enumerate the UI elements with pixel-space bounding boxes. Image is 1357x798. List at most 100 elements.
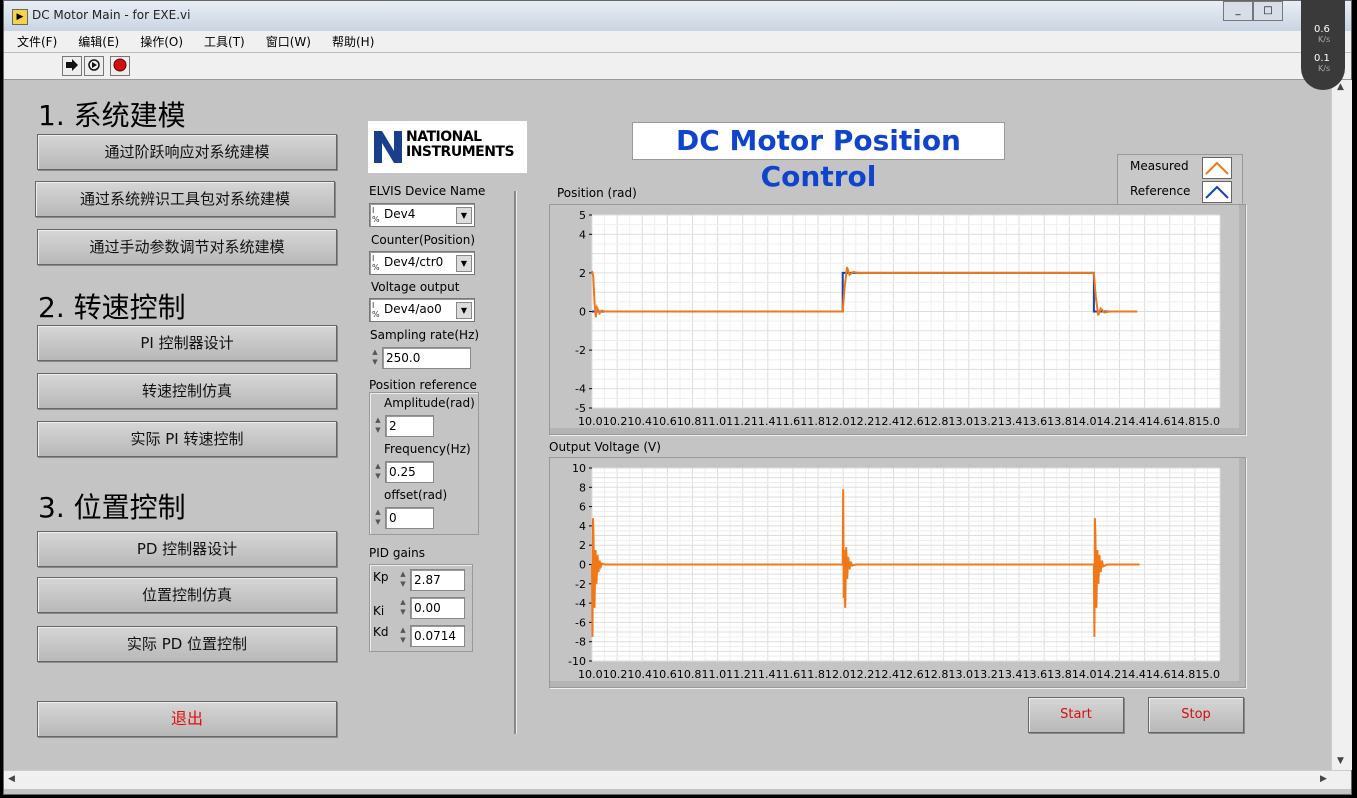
offset-input[interactable]: 0 <box>385 507 434 529</box>
y-tick-label: 4 <box>579 520 586 533</box>
kd-label: Kd <box>373 625 389 639</box>
pi-design-button[interactable]: PI 控制器设计 <box>37 325 337 361</box>
offset-label: offset(rad) <box>384 488 448 502</box>
plot-legend[interactable]: Measured Reference <box>1117 154 1243 206</box>
legend-reference-swatch[interactable] <box>1202 181 1232 203</box>
scroll-left-icon[interactable]: ◀ <box>8 774 15 784</box>
device-name-ring[interactable]: I% Dev4 ▼ <box>369 203 475 227</box>
download-speed: 0.1 <box>1314 53 1330 64</box>
frequency-input[interactable]: 0.25 <box>385 461 434 483</box>
y-tick-label: -10 <box>568 655 586 668</box>
spin-arrows-icon[interactable]: ▲ ▼ <box>373 507 383 529</box>
amplitude-input[interactable]: 2 <box>385 415 434 437</box>
upload-unit: K/s <box>1318 35 1331 44</box>
spin-arrows-icon[interactable]: ▲ ▼ <box>398 569 408 591</box>
real-pd-position-button[interactable]: 实际 PD 位置控制 <box>37 626 337 662</box>
kp-input[interactable]: 2.87 <box>410 569 465 591</box>
menu-help[interactable]: 帮助(H) <box>319 33 382 50</box>
minimize-button[interactable]: _ <box>1223 1 1253 21</box>
spin-arrows-icon[interactable]: ▲ ▼ <box>373 461 383 483</box>
counter-ring[interactable]: I% Dev4/ctr0 ▼ <box>369 251 475 275</box>
position-sim-button[interactable]: 位置控制仿真 <box>37 577 337 613</box>
section-title-speed: 2. 转速控制 <box>38 291 186 324</box>
window-controls: _ □ <box>1223 1 1311 21</box>
toolbar <box>4 53 1351 80</box>
start-button[interactable]: Start <box>1028 697 1124 733</box>
voltage-output-label: Voltage output <box>371 280 460 294</box>
real-pi-speed-button[interactable]: 实际 PI 转速控制 <box>37 421 337 457</box>
abort-stop-icon[interactable] <box>110 56 130 76</box>
menu-window[interactable]: 窗口(W) <box>253 33 319 50</box>
menu-edit[interactable]: 编辑(E) <box>65 33 127 50</box>
y-tick-label: -4 <box>575 383 586 396</box>
y-tick-label: -8 <box>575 636 586 649</box>
chevron-down-icon[interactable]: ▼ <box>456 302 472 319</box>
io-icon: I% <box>372 254 380 272</box>
kp-label: Kp <box>373 570 389 584</box>
voltage-output-value: Dev4/ao0 <box>384 302 442 316</box>
ki-label: Ki <box>373 604 385 618</box>
front-panel: 1. 系统建模 通过阶跃响应对系统建模 通过系统辨识工具包对系统建模 通过手动参… <box>4 80 1331 770</box>
chevron-down-icon[interactable]: ▼ <box>456 255 472 272</box>
y-tick-label: -2 <box>575 344 586 357</box>
io-icon: I% <box>372 301 380 319</box>
position-reference-label: Position reference <box>369 378 477 392</box>
legend-measured-label: Measured <box>1130 159 1189 173</box>
menu-file[interactable]: 文件(F) <box>4 33 65 50</box>
spin-arrows-icon[interactable]: ▲ ▼ <box>398 597 408 619</box>
y-tick-label: 2 <box>579 267 586 280</box>
frequency-label: Frequency(Hz) <box>384 442 471 456</box>
pd-design-button[interactable]: PD 控制器设计 <box>37 531 337 567</box>
stop-button[interactable]: Stop <box>1148 697 1244 733</box>
labview-window: ▶ DC Motor Main - for EXE.vi _ □ 文件(F) 编… <box>3 0 1352 795</box>
title-bar[interactable]: ▶ DC Motor Main - for EXE.vi _ □ <box>4 1 1351 31</box>
main-title: DC Motor Position Control <box>632 122 1005 193</box>
chevron-down-icon[interactable]: ▼ <box>456 207 472 224</box>
legend-measured-swatch[interactable] <box>1202 157 1232 179</box>
ni-logo-line1: NATIONAL <box>406 129 482 145</box>
sampling-rate-input[interactable]: 250.0 <box>382 347 471 369</box>
y-tick-label: 4 <box>579 228 586 241</box>
ni-logo-text: NATIONAL INSTRUMENTS <box>406 129 515 160</box>
voltage-graph[interactable]: 10 8 6 4 2 0 -2 -4 -6 -8 -10 10.010.210.410.610.811… <box>549 457 1246 688</box>
speed-sim-button[interactable]: 转速控制仿真 <box>37 373 337 409</box>
spin-arrows-icon[interactable]: ▲ ▼ <box>373 415 383 437</box>
y-tick-label: -5 <box>575 402 586 415</box>
pid-gains-label: PID gains <box>369 546 425 560</box>
x-tick-labels: 10.010.210.410.610.811.011.211.411.611.8… <box>578 668 1220 681</box>
io-icon: I% <box>372 206 380 224</box>
window-title: DC Motor Main - for EXE.vi <box>32 8 191 22</box>
scroll-down-icon[interactable]: ▼ <box>1337 756 1344 766</box>
spin-arrows-icon[interactable]: ▲ ▼ <box>398 625 408 647</box>
manual-tuning-modeling-button[interactable]: 通过手动参数调节对系统建模 <box>37 229 337 265</box>
counter-label: Counter(Position) <box>371 233 476 247</box>
sysid-modeling-button[interactable]: 通过系统辨识工具包对系统建模 <box>35 181 335 217</box>
vertical-scrollbar[interactable]: ▲ ▼ <box>1331 80 1352 770</box>
continuous-run-icon[interactable] <box>84 56 104 76</box>
maximize-button[interactable]: □ <box>1253 1 1283 21</box>
ni-eagle-logo: NATIONAL INSTRUMENTS <box>368 121 527 173</box>
ki-input[interactable]: 0.00 <box>410 597 465 619</box>
run-arrow-icon[interactable] <box>62 56 82 76</box>
menu-operate[interactable]: 操作(O) <box>127 33 191 50</box>
device-name-value: Dev4 <box>384 207 416 221</box>
y-tick-label: -6 <box>575 616 586 629</box>
menu-tools[interactable]: 工具(T) <box>191 33 253 50</box>
section-title-position: 3. 位置控制 <box>38 491 186 524</box>
y-tick-label: 0 <box>579 559 586 572</box>
download-unit: K/s <box>1318 64 1331 73</box>
step-response-modeling-button[interactable]: 通过阶跃响应对系统建模 <box>37 134 337 170</box>
scroll-right-icon[interactable]: ▶ <box>1320 774 1327 784</box>
y-tick-label: 2 <box>579 539 586 552</box>
horizontal-scrollbar[interactable]: ◀ ▶ <box>4 770 1351 789</box>
menu-bar: 文件(F) 编辑(E) 操作(O) 工具(T) 窗口(W) 帮助(H) <box>4 31 1351 53</box>
kd-input[interactable]: 0.0714 <box>410 625 465 647</box>
exit-button[interactable]: 退出 <box>37 701 337 737</box>
voltage-output-ring[interactable]: I% Dev4/ao0 ▼ <box>369 298 475 322</box>
voltage-graph-title: Output Voltage (V) <box>549 440 661 454</box>
spin-arrows-icon[interactable]: ▲ ▼ <box>370 347 380 369</box>
position-graph[interactable]: 5 4 2 0 -2 -4 -5 10.010.210.410.610.811.011.211… <box>549 204 1246 435</box>
y-tick-label: 10 <box>572 462 586 475</box>
panel-divider <box>514 191 517 734</box>
y-tick-label: 5 <box>579 209 586 222</box>
